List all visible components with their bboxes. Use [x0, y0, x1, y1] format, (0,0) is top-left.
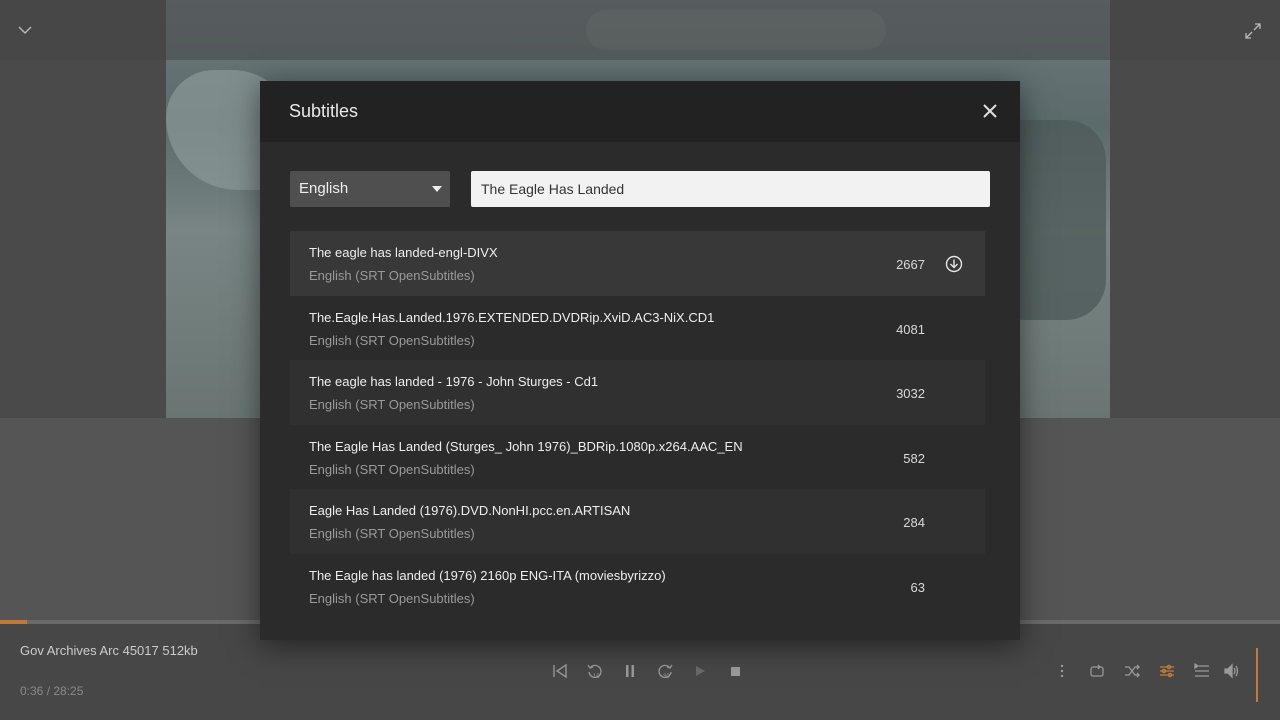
play-next-icon[interactable]: [689, 660, 711, 682]
subtitles-dialog: Subtitles English The eagle has landed-e…: [260, 81, 1020, 640]
subtitle-result-source: English (SRT OpenSubtitles): [309, 332, 475, 348]
playlist-icon[interactable]: [1191, 660, 1213, 682]
subtitle-search-input[interactable]: [471, 171, 990, 207]
subtitle-result-name: The Eagle has landed (1976) 2160p ENG-IT…: [309, 567, 666, 583]
subtitle-download-count: 3032: [896, 386, 925, 401]
subtitle-result-source: English (SRT OpenSubtitles): [309, 397, 475, 412]
subtitle-result-name: Eagle Has Landed (1976).DVD.NonHI.pcc.en…: [309, 503, 631, 518]
subtitle-result-row[interactable]: The Eagle has landed (1976) 2160p ENG-IT…: [290, 554, 985, 619]
volume-slider[interactable]: [1256, 648, 1258, 702]
subtitle-result-name: The.Eagle.Has.Landed.1976.EXTENDED.DVDRi…: [309, 309, 715, 325]
subtitle-result-row[interactable]: The.Eagle.Has.Landed.1976.EXTENDED.DVDRi…: [290, 296, 985, 361]
subtitle-result-source: English (SRT OpenSubtitles): [309, 461, 475, 477]
dialog-header: Subtitles: [260, 81, 1020, 142]
subtitle-download-count: 63: [910, 579, 925, 595]
subtitle-result-source: English (SRT OpenSubtitles): [309, 526, 475, 541]
caret-down-icon: [432, 186, 442, 192]
subtitle-result-name: The eagle has landed - 1976 - John Sturg…: [309, 374, 599, 389]
previous-icon[interactable]: [549, 660, 571, 682]
stop-icon[interactable]: [724, 660, 746, 682]
subtitle-result-row[interactable]: The eagle has landed-engl-DIVX English (S…: [290, 231, 985, 296]
shuffle-icon[interactable]: [1121, 660, 1143, 682]
subtitle-results-list: The eagle has landed-engl-DIVX English (S…: [290, 231, 985, 618]
subtitle-download-count: 582: [903, 450, 925, 466]
media-title: Gov Archives Arc 45017 512kb: [20, 643, 198, 658]
subtitle-result-source: English (SRT OpenSubtitles): [309, 268, 475, 283]
subtitle-download-count: 284: [903, 515, 925, 530]
forward-30-icon[interactable]: 30: [654, 660, 676, 682]
expand-icon[interactable]: [1244, 22, 1262, 40]
dialog-title: Subtitles: [289, 101, 359, 121]
chevron-down-icon[interactable]: [17, 22, 33, 38]
language-select-value: English: [299, 180, 349, 197]
subtitle-result-row[interactable]: The eagle has landed - 1976 - John Sturg…: [290, 360, 985, 425]
subtitle-result-row[interactable]: The Eagle Has Landed (Sturges_ John 1976…: [290, 425, 985, 490]
subtitle-download-count: 4081: [896, 321, 925, 337]
subtitle-result-row[interactable]: Eagle Has Landed (1976).DVD.NonHI.pcc.en…: [290, 489, 985, 554]
top-bar: [0, 0, 1280, 60]
media-time: 0:36 / 28:25: [20, 684, 84, 698]
pause-icon[interactable]: [619, 660, 641, 682]
repeat-icon[interactable]: [1086, 660, 1108, 682]
equalizer-icon[interactable]: [1156, 660, 1178, 682]
svg-text:30: 30: [663, 674, 670, 680]
subtitle-download-count: 2667: [896, 257, 925, 272]
volume-icon[interactable]: [1221, 660, 1243, 682]
subtitle-result-source: English (SRT OpenSubtitles): [309, 590, 475, 606]
language-select[interactable]: English: [290, 171, 450, 207]
download-icon[interactable]: [945, 255, 963, 273]
subtitle-result-name: The Eagle Has Landed (Sturges_ John 1976…: [309, 438, 743, 454]
rewind-10-icon[interactable]: 10: [584, 660, 606, 682]
subtitle-result-name: The eagle has landed-engl-DIVX: [309, 245, 498, 260]
svg-text:10: 10: [593, 674, 600, 680]
more-options-icon[interactable]: [1051, 660, 1073, 682]
close-icon[interactable]: [978, 99, 1002, 123]
